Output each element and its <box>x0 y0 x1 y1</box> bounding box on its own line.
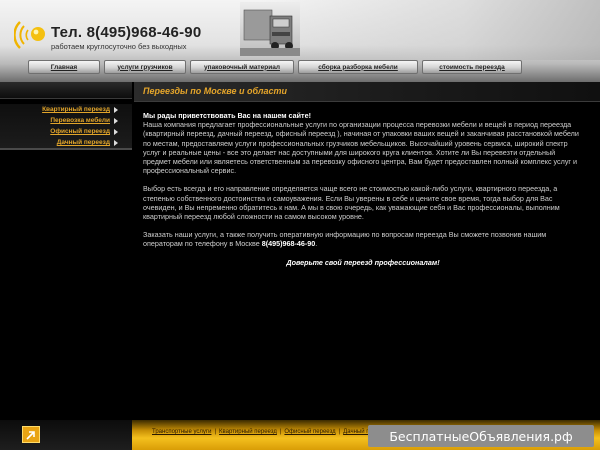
contact-paragraph: Заказать наши услуги, а также получить о… <box>143 230 583 248</box>
truck-image <box>240 2 300 56</box>
arrow-right-icon <box>114 128 118 135</box>
sidebar-header-bar <box>0 82 132 99</box>
sidebar-item-label: Дачный переезд <box>56 139 110 146</box>
page-title: Переезды по Москве и области <box>143 86 288 96</box>
header-shade <box>260 0 600 60</box>
arrow-up-icon[interactable] <box>22 426 40 443</box>
sidebar-item-office-move[interactable]: Офисный переезд <box>0 126 132 137</box>
contact-text-end: . <box>315 239 318 249</box>
sidebar-item-dacha-move[interactable]: Дачный переезд <box>0 137 132 148</box>
sidebar-item-furniture-transport[interactable]: Перевозка мебели <box>0 115 132 126</box>
site-header: Тел. 8(495)968-46-90 работаем круглосуто… <box>0 0 600 82</box>
arrow-right-icon <box>114 117 118 124</box>
arrow-right-icon <box>114 106 118 113</box>
footer-link-transport[interactable]: Транспортные услуги <box>152 429 211 435</box>
main-nav: Главная услуги грузчиков упаковочный мат… <box>28 60 533 76</box>
nav-item-furniture-assembly[interactable]: сборка разборка мебели <box>298 60 418 74</box>
intro-paragraph: Наша компания предлагает профессиональны… <box>143 120 579 176</box>
main-content: Мы рады приветствовать Вас на нашем сайт… <box>143 111 583 276</box>
sidebar-menu: Квартирный переезд Перевозка мебели Офис… <box>0 104 132 150</box>
footer-left-panel <box>0 420 132 450</box>
footer-separator: | <box>338 429 341 435</box>
header-phone: Тел. 8(495)968-46-90 <box>51 24 202 41</box>
nav-item-movers[interactable]: услуги грузчиков <box>104 60 186 74</box>
sidebar-item-label: Квартирный переезд <box>42 106 110 113</box>
sidebar-item-apartment-move[interactable]: Квартирный переезд <box>0 104 132 115</box>
contact-phone: 8(495)968-46-90 <box>261 239 316 249</box>
footer-separator: | <box>214 429 217 435</box>
footer-link-office[interactable]: Офисный переезд <box>284 429 335 435</box>
nav-item-home[interactable]: Главная <box>28 60 100 74</box>
footer-separator: | <box>279 429 282 435</box>
sidebar-item-label: Перевозка мебели <box>50 117 110 124</box>
arrow-right-icon <box>114 139 118 146</box>
sidebar-item-label: Офисный переезд <box>50 128 110 135</box>
watermark-badge: БесплатныеОбъявления.рф <box>368 425 594 447</box>
welcome-heading: Мы рады приветствовать Вас на нашем сайт… <box>143 111 311 120</box>
nav-item-packing[interactable]: упаковочный материал <box>190 60 294 74</box>
footer-link-apartment[interactable]: Квартирный переезд <box>219 429 277 435</box>
content-header: Переезды по Москве и области <box>134 82 600 102</box>
tagline: Доверьте свой переезд профессионалам! <box>286 257 440 267</box>
nav-item-pricing[interactable]: стоимость переезда <box>422 60 522 74</box>
choice-paragraph: Выбор есть всегда и его направление опре… <box>143 184 560 222</box>
header-slogan: работаем круглосуточно без выходных <box>51 42 187 51</box>
sidebar: Квартирный переезд Перевозка мебели Офис… <box>0 82 132 422</box>
sun-logo-icon <box>14 21 45 49</box>
contact-text: Заказать наши услуги, а также получить о… <box>143 230 547 249</box>
footer-links: Транспортные услуги | Квартирный переезд… <box>152 429 374 435</box>
